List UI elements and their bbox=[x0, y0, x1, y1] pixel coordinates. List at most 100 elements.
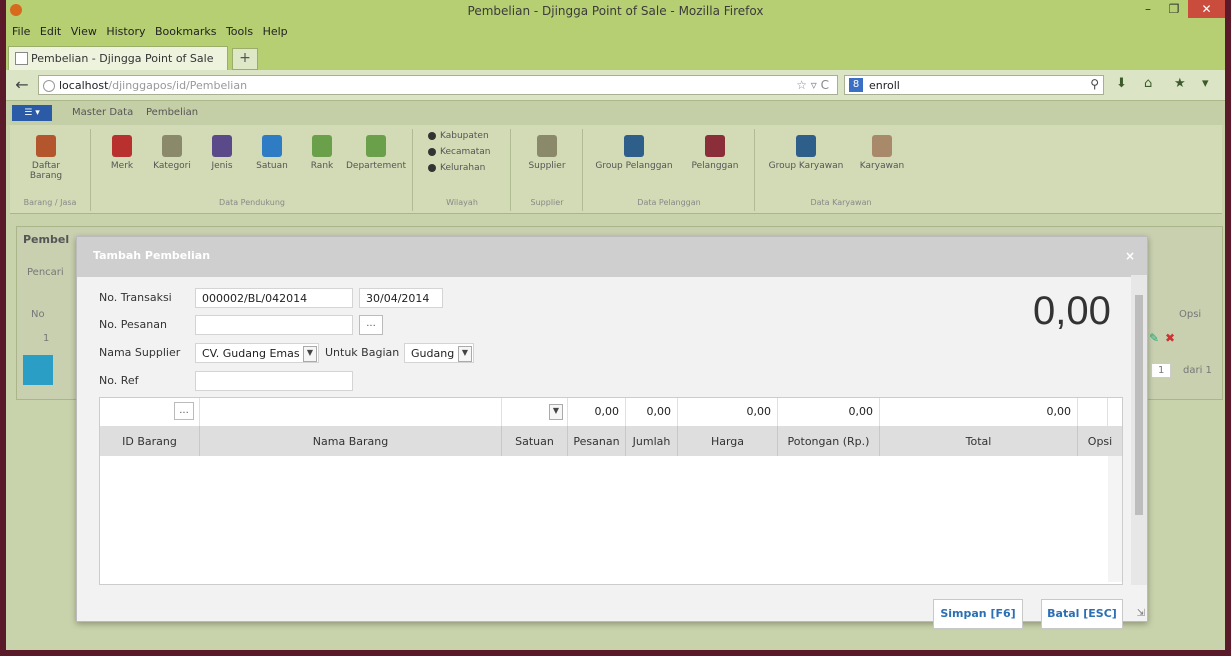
page-of-label: dari 1 bbox=[1183, 365, 1212, 376]
rank-button[interactable]: Rank bbox=[292, 135, 352, 171]
browse-barang-button[interactable]: ... bbox=[174, 402, 194, 420]
home-icon[interactable]: ⌂ bbox=[1144, 76, 1152, 91]
supplier-icon bbox=[537, 135, 557, 157]
department-icon bbox=[366, 135, 386, 157]
tab-master-data[interactable]: Master Data bbox=[72, 107, 133, 118]
satuan-select[interactable]: ▼ bbox=[502, 398, 568, 426]
opsi-cell bbox=[1078, 398, 1108, 426]
no-ref-field[interactable] bbox=[195, 371, 353, 391]
harga-input[interactable]: 0,00 bbox=[678, 398, 778, 426]
map-pin-icon bbox=[428, 163, 436, 172]
unit-icon bbox=[262, 135, 282, 157]
tab-label: Pembelian - Djingga Point of Sale bbox=[31, 52, 214, 65]
id-barang-input[interactable]: ... bbox=[100, 398, 200, 426]
ribbon-group-data-pendukung: Merk Kategori Jenis Satuan Rank Departem… bbox=[92, 129, 413, 211]
page-favicon bbox=[15, 52, 28, 65]
close-window-button[interactable]: ✕ bbox=[1188, 0, 1225, 18]
pesanan-input[interactable]: 0,00 bbox=[568, 398, 626, 426]
menu-view[interactable]: View bbox=[71, 25, 97, 38]
departement-button[interactable]: Departement bbox=[346, 135, 406, 171]
untuk-bagian-label: Untuk Bagian bbox=[325, 346, 400, 359]
resize-handle-icon[interactable]: ⇲ bbox=[1137, 608, 1145, 619]
group-karyawan-button[interactable]: Group Karyawan bbox=[766, 135, 846, 171]
no-ref-label: No. Ref bbox=[99, 374, 139, 387]
menu-file[interactable]: File bbox=[12, 25, 30, 38]
site-info-icon[interactable] bbox=[43, 80, 55, 92]
potongan-input[interactable]: 0,00 bbox=[778, 398, 880, 426]
window-titlebar: Pembelian - Djingga Point of Sale - Mozi… bbox=[6, 0, 1225, 22]
search-bar[interactable]: 8 enroll ⚲ bbox=[844, 75, 1104, 95]
tab-pembelian[interactable]: Pembelian bbox=[146, 107, 198, 118]
window-title: Pembelian - Djingga Point of Sale - Mozi… bbox=[467, 4, 764, 18]
grid-scrollbar[interactable] bbox=[1108, 456, 1122, 582]
url-path: /djinggapos/id/Pembelian bbox=[108, 79, 248, 92]
bookmark-star-icon[interactable]: ☆ ▿ C bbox=[796, 78, 829, 92]
supplier-select[interactable]: CV. Gudang Emas ▼ bbox=[195, 343, 319, 363]
app-menu-button[interactable]: ☰ ▾ bbox=[12, 105, 52, 121]
browser-tab[interactable]: Pembelian - Djingga Point of Sale bbox=[8, 46, 228, 70]
col-id-barang: ID Barang bbox=[100, 426, 200, 456]
pelanggan-button[interactable]: Pelanggan bbox=[680, 135, 750, 171]
menu-tools[interactable]: Tools bbox=[226, 25, 253, 38]
cancel-button[interactable]: Batal [ESC] bbox=[1041, 599, 1123, 629]
add-button[interactable] bbox=[23, 355, 53, 385]
ribbon-group-wilayah: Kabupaten Kecamatan Kelurahan Wilayah bbox=[414, 129, 511, 211]
url-host: localhost bbox=[59, 79, 109, 92]
kecamatan-button[interactable]: Kecamatan bbox=[428, 147, 490, 157]
panel-title: Pembel bbox=[23, 233, 70, 246]
ribbon-group-barang: Daftar Barang Barang / Jasa bbox=[10, 129, 91, 211]
ribbon: Daftar Barang Barang / Jasa Merk Kategor… bbox=[10, 125, 1222, 214]
menu-edit[interactable]: Edit bbox=[40, 25, 61, 38]
edit-icon[interactable]: ✎ bbox=[1149, 331, 1159, 345]
jumlah-input[interactable]: 0,00 bbox=[626, 398, 678, 426]
menu-help[interactable]: Help bbox=[263, 25, 288, 38]
save-button[interactable]: Simpan [F6] bbox=[933, 599, 1023, 629]
chevron-down-icon: ▼ bbox=[303, 346, 317, 362]
ribbon-group-label: Data Pendukung bbox=[219, 198, 285, 207]
ribbon-group-supplier: Supplier Supplier bbox=[512, 129, 583, 211]
no-transaksi-field[interactable]: 000002/BL/042014 bbox=[195, 288, 353, 308]
total-input: 0,00 bbox=[880, 398, 1078, 426]
download-icon[interactable]: ⬇ bbox=[1116, 76, 1127, 91]
new-tab-button[interactable]: + bbox=[232, 48, 258, 70]
scrollbar-thumb[interactable] bbox=[1135, 295, 1143, 515]
delete-icon[interactable]: ✖ bbox=[1165, 331, 1175, 345]
item-grid: ... ▼ 0,00 0,00 0,00 0,00 0,00 ID Barang… bbox=[99, 397, 1123, 585]
rank-icon bbox=[312, 135, 332, 157]
minimize-button[interactable]: – bbox=[1136, 0, 1160, 18]
tag-icon bbox=[112, 135, 132, 157]
daftar-barang-button[interactable]: Daftar Barang bbox=[16, 135, 76, 181]
karyawan-button[interactable]: Karyawan bbox=[852, 135, 912, 171]
browser-window: Pembelian - Djingga Point of Sale - Mozi… bbox=[6, 0, 1225, 650]
tanggal-field[interactable]: 30/04/2014 bbox=[359, 288, 443, 308]
ribbon-group-data-pelanggan: Group Pelanggan Pelanggan Data Pelanggan bbox=[584, 129, 755, 211]
address-bar[interactable]: localhost/djinggapos/id/Pembelian ☆ ▿ C bbox=[38, 75, 838, 95]
kabupaten-button[interactable]: Kabupaten bbox=[428, 131, 489, 141]
maximize-button[interactable]: ❐ bbox=[1162, 0, 1186, 18]
kelurahan-button[interactable]: Kelurahan bbox=[428, 163, 485, 173]
menu-overflow-icon[interactable]: ▾ bbox=[1202, 76, 1209, 91]
col-harga: Harga bbox=[678, 426, 778, 456]
no-pesanan-field[interactable] bbox=[195, 315, 353, 335]
menu-history[interactable]: History bbox=[106, 25, 145, 38]
group-pelanggan-button[interactable]: Group Pelanggan bbox=[594, 135, 674, 171]
search-engine-icon[interactable]: 8 bbox=[849, 78, 863, 92]
back-arrow-icon[interactable]: ← bbox=[10, 74, 34, 96]
page-input[interactable]: 1 bbox=[1151, 363, 1172, 378]
map-pin-icon bbox=[428, 147, 436, 156]
bagian-select[interactable]: Gudang ▼ bbox=[404, 343, 474, 363]
supplier-button[interactable]: Supplier bbox=[517, 135, 577, 171]
search-icon[interactable]: ⚲ bbox=[1090, 77, 1099, 91]
nama-supplier-label: Nama Supplier bbox=[99, 346, 181, 359]
tambah-pembelian-dialog: Tambah Pembelian × No. Transaksi 000002/… bbox=[76, 236, 1148, 629]
ribbon-group-label: Barang / Jasa bbox=[23, 198, 77, 207]
browse-pesanan-button[interactable]: ... bbox=[359, 315, 383, 335]
ribbon-group-label: Wilayah bbox=[446, 198, 478, 207]
menu-bookmarks[interactable]: Bookmarks bbox=[155, 25, 216, 38]
close-icon[interactable]: × bbox=[1125, 249, 1135, 263]
no-transaksi-label: No. Transaksi bbox=[99, 291, 172, 304]
dialog-scrollbar[interactable] bbox=[1131, 275, 1147, 585]
no-pesanan-label: No. Pesanan bbox=[99, 318, 167, 331]
nama-barang-input[interactable] bbox=[200, 398, 502, 426]
addon-icon[interactable]: ★ bbox=[1174, 76, 1186, 91]
